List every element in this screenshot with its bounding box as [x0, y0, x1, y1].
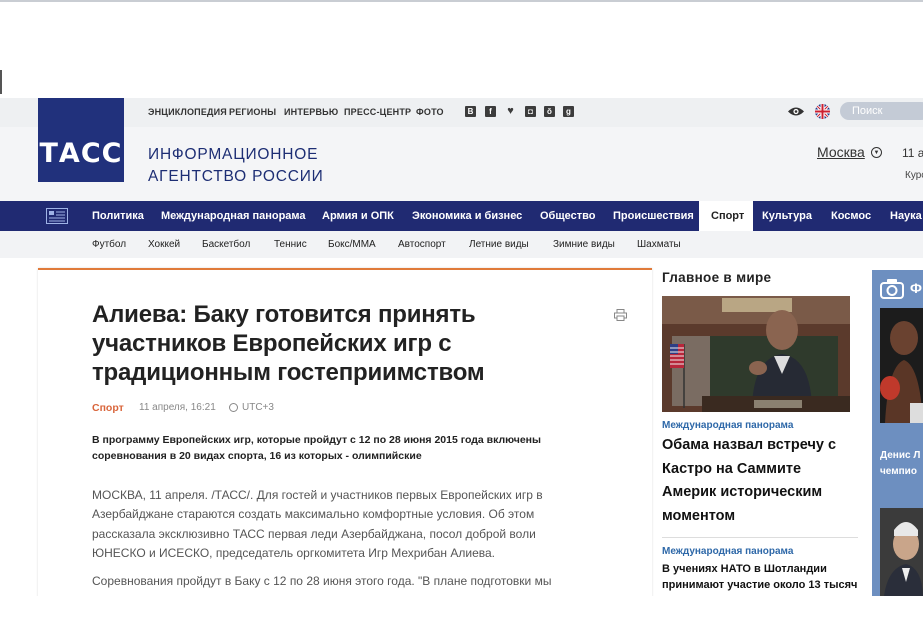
world-news-heading: Главное в мире — [662, 270, 772, 285]
subnav-tennis[interactable]: Теннис — [274, 239, 307, 250]
nav-item-society[interactable]: Общество — [540, 210, 595, 222]
uk-flag-icon[interactable] — [815, 104, 830, 119]
nav-item-army[interactable]: Армия и ОПК — [322, 210, 394, 222]
subnav-summer[interactable]: Летние виды — [469, 239, 529, 250]
subnav-chess[interactable]: Шахматы — [637, 239, 681, 250]
currency-rates-link[interactable]: Курс — [905, 170, 923, 181]
facebook-icon[interactable]: f — [485, 106, 496, 117]
toplink-press-center[interactable]: ПРЕСС-ЦЕНТР — [344, 107, 411, 117]
chevron-down-icon[interactable]: ▼ — [871, 147, 882, 158]
sport-subnav — [0, 231, 923, 258]
photo-section-label[interactable]: Ф — [910, 280, 922, 296]
article-lead: В программу Европейских игр, которые про… — [92, 434, 541, 462]
subnav-motorsport[interactable]: Автоспорт — [398, 239, 446, 250]
clock-icon — [229, 403, 238, 412]
agency-name-line2: АГЕНТСТВО РОССИИ — [148, 168, 324, 185]
news-headline-link[interactable]: В учениях НАТО в Шотландии принимают уча… — [662, 561, 858, 593]
news-category-link[interactable]: Международная панорама — [662, 546, 793, 557]
photo-caption-line: Денис Л чемпио — [880, 450, 921, 477]
camera-icon — [880, 279, 904, 299]
subnav-football[interactable]: Футбол — [92, 239, 126, 250]
divider — [662, 537, 858, 538]
photo-thumbnail[interactable] — [880, 308, 923, 423]
city-select[interactable]: Москва — [817, 144, 865, 160]
page-bottom-margin — [0, 596, 923, 630]
article-date: 11 апреля, 16:21 — [139, 402, 216, 413]
window-top-border — [0, 0, 923, 2]
article-timezone: UTC+3 — [242, 402, 274, 413]
nav-item-world[interactable]: Международная панорама — [161, 210, 306, 222]
odnoklassniki-icon[interactable]: ǒ — [544, 106, 555, 117]
agency-name-line1: ИНФОРМАЦИОННОЕ — [148, 146, 319, 163]
vk-icon[interactable]: В — [465, 106, 476, 117]
header-date: 11 а — [902, 146, 923, 160]
twitter-icon[interactable]: ♥ — [505, 106, 516, 117]
eye-icon[interactable] — [787, 105, 805, 118]
article-category-link[interactable]: Спорт — [92, 402, 124, 414]
agency-name: ИНФОРМАЦИОННОЕ АГЕНТСТВО РОССИИ — [148, 144, 324, 188]
article-paragraph: МОСКВА, 11 апреля. /ТАСС/. Для гостей и … — [92, 488, 543, 561]
nav-item-politics[interactable]: Политика — [92, 210, 144, 222]
news-category-link[interactable]: Международная панорама — [662, 420, 793, 431]
subnav-basketball[interactable]: Баскетбол — [202, 239, 250, 250]
toplink-regions[interactable]: РЕГИОНЫ — [229, 107, 276, 117]
subnav-boxing[interactable]: Бокс/ММА — [328, 239, 376, 250]
tass-logo[interactable]: ТАСС — [38, 98, 124, 182]
logo-text: ТАСС — [39, 138, 123, 169]
nav-item-culture[interactable]: Культура — [762, 210, 812, 222]
google-plus-icon[interactable]: g — [563, 106, 574, 117]
menu-icon[interactable] — [46, 208, 68, 224]
header-main — [0, 127, 923, 201]
subnav-hockey[interactable]: Хоккей — [148, 239, 180, 250]
photo-caption[interactable]: Денис Л чемпио — [880, 448, 923, 480]
search-input[interactable] — [840, 102, 923, 120]
nav-item-economy[interactable]: Экономика и бизнес — [412, 210, 522, 222]
nav-item-science[interactable]: Наука — [890, 210, 922, 222]
article-title: Алиева: Баку готовится принять участнико… — [92, 301, 485, 386]
toplink-photo[interactable]: ФОТО — [416, 107, 444, 117]
photo-thumbnail[interactable] — [880, 508, 923, 596]
window-left-edge — [0, 70, 2, 94]
toplink-encyclopedia[interactable]: ЭНЦИКЛОПЕДИЯ — [148, 107, 227, 117]
nav-item-incidents[interactable]: Происшествия — [613, 210, 694, 222]
nav-item-sport[interactable]: Спорт — [711, 210, 744, 222]
article-paragraph: Соревнования пройдут в Баку с 12 по 28 и… — [92, 574, 552, 588]
nav-item-space[interactable]: Космос — [831, 210, 871, 222]
news-photo[interactable] — [662, 296, 850, 412]
toplink-interviews[interactable]: ИНТЕРВЬЮ — [284, 107, 338, 117]
instagram-icon[interactable]: ◘ — [525, 106, 536, 117]
header-top-bar — [0, 98, 923, 127]
subnav-winter[interactable]: Зимние виды — [553, 239, 615, 250]
news-headline-link[interactable]: Обама назвал встречу с Кастро на Саммите… — [662, 434, 854, 528]
print-icon[interactable] — [614, 309, 627, 321]
